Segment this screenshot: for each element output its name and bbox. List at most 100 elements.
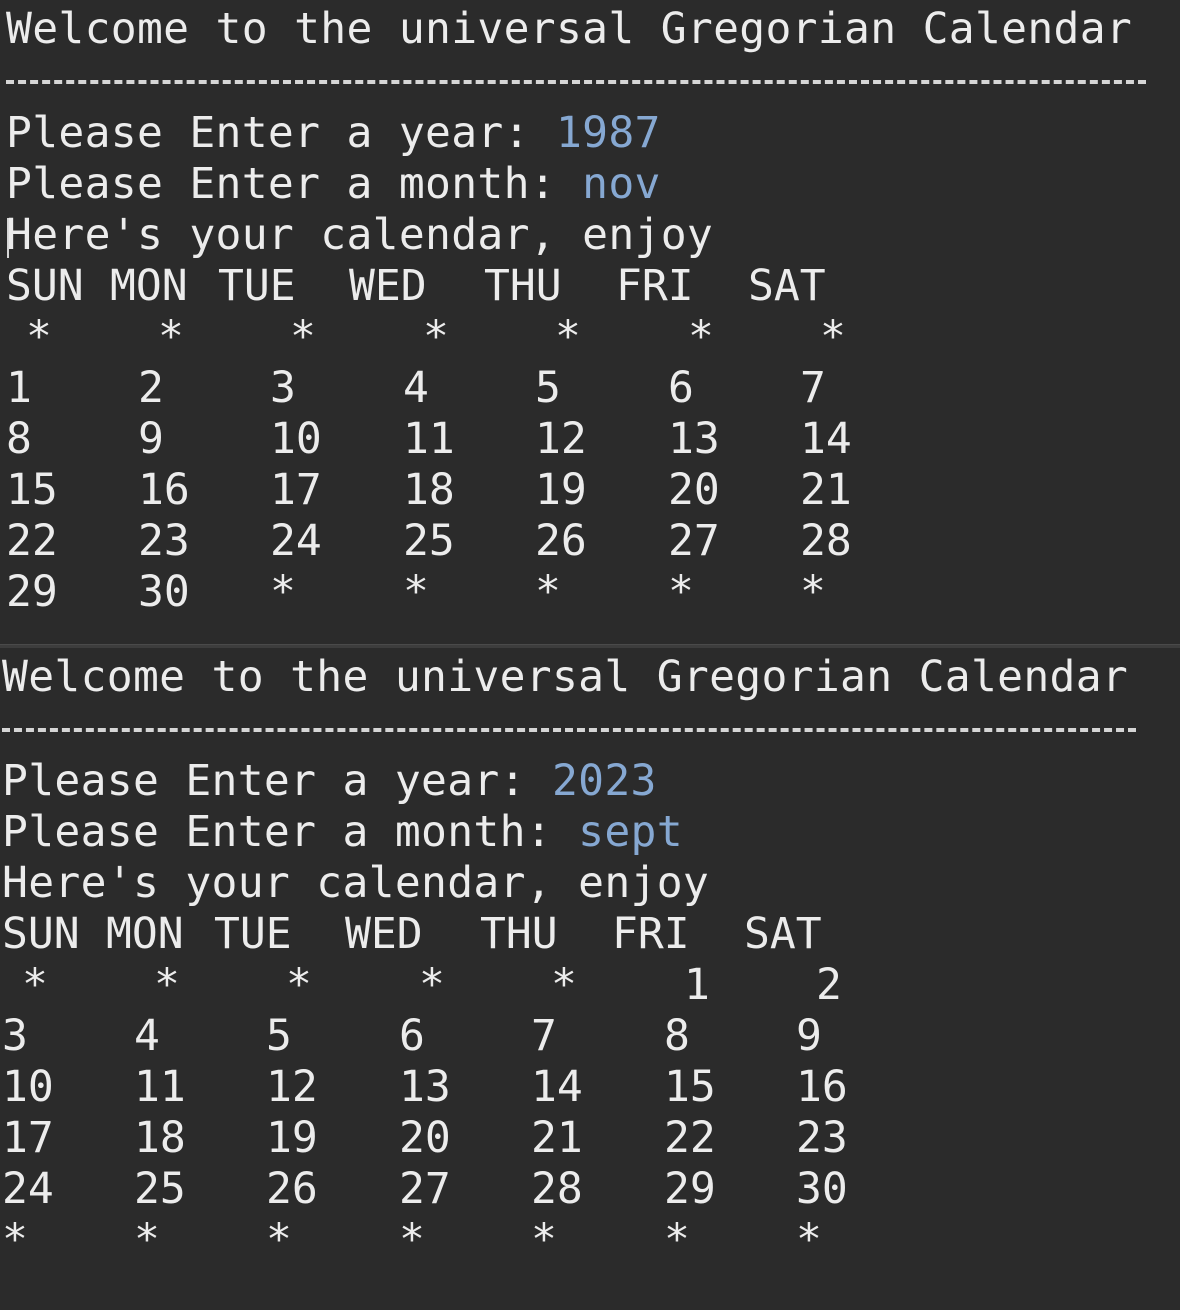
result-line: Here's your calendar, enjoy [6, 210, 714, 260]
empty-day-marker: * [403, 567, 429, 617]
day-cell: 22 [6, 516, 58, 566]
day-cell: 16 [796, 1062, 848, 1112]
empty-day-marker: * [820, 312, 846, 362]
weekday-header-wed: WED [345, 909, 423, 959]
empty-day-marker: * [531, 1215, 557, 1265]
day-cell: 26 [266, 1164, 318, 1214]
day-cell: 29 [6, 567, 58, 617]
empty-day-marker: * [22, 960, 48, 1010]
day-cell: 13 [668, 414, 720, 464]
empty-day-marker: * [668, 567, 694, 617]
weekday-header-tue: TUE [218, 261, 296, 311]
day-cell: 11 [403, 414, 455, 464]
divider-rule [6, 80, 1146, 84]
day-cell: 30 [138, 567, 190, 617]
empty-day-marker: * [26, 312, 52, 362]
day-cell: 3 [270, 363, 296, 413]
day-cell: 30 [796, 1164, 848, 1214]
day-cell: 17 [270, 465, 322, 515]
day-cell: 8 [664, 1011, 690, 1061]
day-cell: 12 [535, 414, 587, 464]
day-cell: 17 [2, 1113, 54, 1163]
weekday-header-sat: SAT [744, 909, 822, 959]
weekday-header-thu: THU [480, 909, 558, 959]
day-cell: 28 [800, 516, 852, 566]
empty-day-marker: * [419, 960, 445, 1010]
day-cell: 20 [668, 465, 720, 515]
day-cell: 12 [266, 1062, 318, 1112]
year-input-value: 1987 [555, 108, 661, 158]
empty-day-marker: * [423, 312, 449, 362]
day-cell: 21 [531, 1113, 583, 1163]
day-cell: 23 [138, 516, 190, 566]
day-cell: 15 [664, 1062, 716, 1112]
day-cell: 25 [134, 1164, 186, 1214]
empty-day-marker: * [270, 567, 296, 617]
day-cell: 15 [6, 465, 58, 515]
day-cell: 23 [796, 1113, 848, 1163]
empty-day-marker: * [535, 567, 561, 617]
weekday-header-wed: WED [349, 261, 427, 311]
day-cell: 1 [6, 363, 32, 413]
empty-day-marker: * [664, 1215, 690, 1265]
day-cell: 6 [668, 363, 694, 413]
day-cell: 28 [531, 1164, 583, 1214]
empty-day-marker: * [290, 312, 316, 362]
empty-day-marker: * [555, 312, 581, 362]
empty-day-marker: * [134, 1215, 160, 1265]
day-cell: 18 [134, 1113, 186, 1163]
day-cell: 8 [6, 414, 32, 464]
empty-day-marker: * [688, 312, 714, 362]
day-cell: 27 [399, 1164, 451, 1214]
month-prompt: Please Enter a month: [6, 159, 583, 209]
day-cell: 2 [138, 363, 164, 413]
day-cell: 20 [399, 1113, 451, 1163]
empty-day-marker: * [796, 1215, 822, 1265]
year-prompt: Please Enter a year: [6, 108, 556, 158]
day-cell: 16 [138, 465, 190, 515]
day-cell: 4 [134, 1011, 160, 1061]
day-cell: 7 [531, 1011, 557, 1061]
day-cell: 26 [535, 516, 587, 566]
day-cell: 13 [399, 1062, 451, 1112]
year-prompt-line: Please Enter a year: 1987 [6, 108, 661, 159]
empty-day-marker: * [158, 312, 184, 362]
month-prompt: Please Enter a month: [2, 807, 579, 857]
empty-day-marker: * [154, 960, 180, 1010]
day-cell: 5 [535, 363, 561, 413]
month-input-value: sept [578, 807, 683, 857]
weekday-header-fri: FRI [612, 909, 690, 959]
weekday-header-mon: MON [110, 261, 188, 311]
divider-rule [2, 728, 1136, 732]
day-cell: 25 [403, 516, 455, 566]
month-prompt-line: Please Enter a month: sept [2, 807, 683, 858]
year-prompt: Please Enter a year: [2, 756, 552, 806]
weekday-header-sun: SUN [6, 261, 84, 311]
day-cell: 29 [664, 1164, 716, 1214]
day-cell: 9 [138, 414, 164, 464]
welcome-title: Welcome to the universal Gregorian Calen… [6, 4, 1133, 54]
year-prompt-line: Please Enter a year: 2023 [2, 756, 657, 807]
day-cell: 11 [134, 1062, 186, 1112]
day-cell: 10 [2, 1062, 54, 1112]
empty-day-marker: * [2, 1215, 28, 1265]
empty-day-marker: * [286, 960, 312, 1010]
day-cell: 6 [399, 1011, 425, 1061]
day-cell: 4 [403, 363, 429, 413]
empty-day-marker: * [551, 960, 577, 1010]
day-cell: 3 [2, 1011, 28, 1061]
day-cell: 18 [403, 465, 455, 515]
weekday-header-fri: FRI [616, 261, 694, 311]
day-cell: 24 [2, 1164, 54, 1214]
weekday-header-mon: MON [106, 909, 184, 959]
empty-day-marker: * [800, 567, 826, 617]
empty-day-marker: * [399, 1215, 425, 1265]
day-cell: 19 [266, 1113, 318, 1163]
day-cell: 5 [266, 1011, 292, 1061]
weekday-header-sat: SAT [748, 261, 826, 311]
empty-day-marker: * [266, 1215, 292, 1265]
terminal-session-1: Welcome to the universal Gregorian Calen… [0, 0, 1180, 644]
day-cell: 14 [531, 1062, 583, 1112]
day-cell: 2 [816, 960, 842, 1010]
month-input-value: nov [582, 159, 661, 209]
